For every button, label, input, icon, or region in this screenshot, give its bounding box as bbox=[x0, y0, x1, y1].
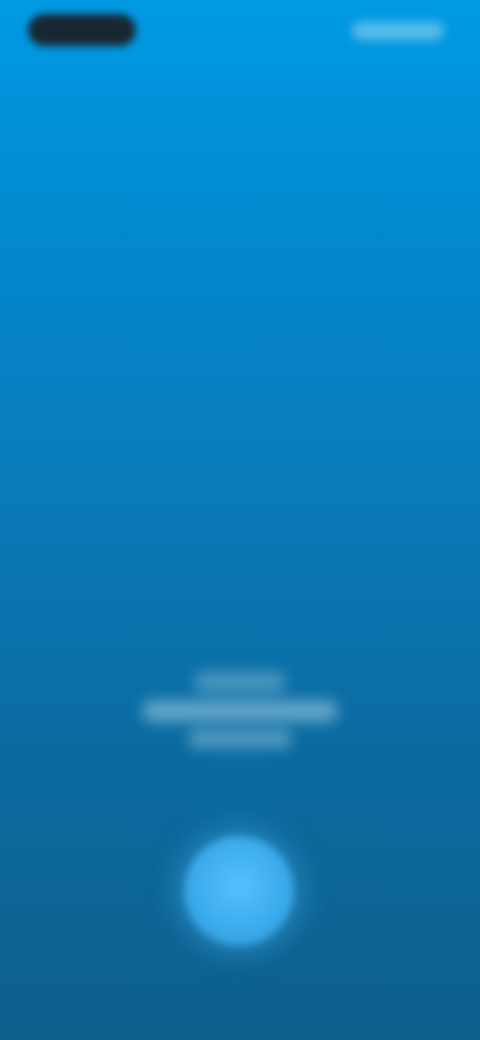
status-time bbox=[28, 14, 136, 46]
caption-text bbox=[142, 672, 338, 748]
status-bar bbox=[0, 0, 480, 60]
app-screen bbox=[0, 0, 480, 1040]
primary-action-button[interactable] bbox=[184, 836, 294, 946]
caption-line bbox=[194, 672, 286, 692]
status-icons-group bbox=[352, 22, 444, 40]
caption-line bbox=[142, 700, 338, 722]
caption-line bbox=[188, 730, 292, 748]
